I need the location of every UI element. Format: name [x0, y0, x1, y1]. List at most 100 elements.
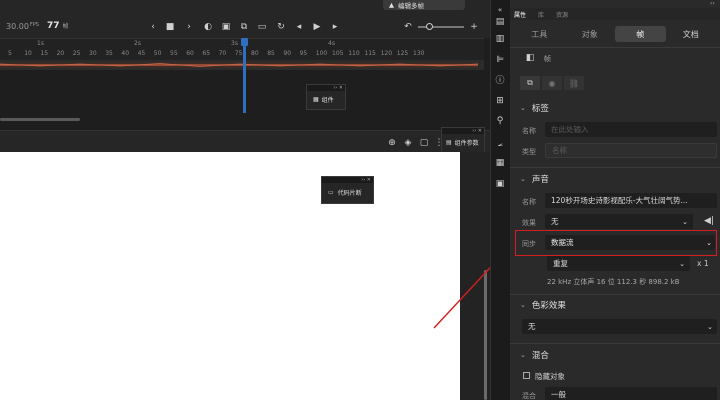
divider [510, 47, 720, 48]
effect-select[interactable]: 无 ⌄ [545, 214, 693, 229]
stop-icon[interactable]: ■ [164, 21, 176, 33]
properties-icon[interactable]: ▤ [494, 16, 506, 28]
ruler-second-label: 1s [37, 40, 44, 47]
fps-value: 30.00 [6, 22, 29, 31]
edit-multiple-frames-button[interactable]: ▲ 编辑多帧 [383, 0, 465, 10]
ruler-tick-label: 15 [40, 50, 49, 57]
paint-icon[interactable]: ◈ [402, 137, 414, 149]
hide-object-checkbox[interactable] [523, 372, 530, 379]
code-icon[interactable]: ▣ [494, 178, 506, 190]
components-panel[interactable]: ›› ✕ ▦ 组件 [306, 84, 346, 110]
chevron-down-icon: ⌄ [679, 259, 685, 268]
transform-icon[interactable]: ⊞ [494, 95, 506, 107]
properties-header: 属性 库 资源 [510, 8, 720, 20]
components-icon[interactable]: ▦ [494, 157, 506, 169]
repeat-select[interactable]: 重复 ⌄ [547, 256, 690, 271]
tab-document[interactable]: 文档 [666, 26, 717, 42]
step-back-icon[interactable]: ◂ [293, 21, 305, 33]
component-params-panel[interactable]: ›› ✕ ▤ 组件参数 [441, 127, 485, 153]
eye-icon[interactable]: ◉ [542, 76, 562, 90]
playhead-handle[interactable] [241, 38, 248, 46]
next-keyframe-icon[interactable]: › [183, 21, 195, 33]
properties-tabs: 工具 对象 帧 文档 [514, 26, 716, 42]
ruler-tick-label: 35 [105, 50, 113, 57]
sound-waveform [0, 62, 478, 68]
repeat-count[interactable]: x 1 [697, 259, 709, 268]
chevron-down-icon: ⌄ [520, 351, 526, 359]
prev-keyframe-icon[interactable]: ‹ [147, 21, 159, 33]
code-snippets-label: 代码片断 [337, 190, 362, 197]
ruler-tick-label: 85 [267, 50, 275, 57]
frame-view-button[interactable]: ⧉ [520, 76, 540, 90]
undo-zoom-icon[interactable]: ↶ [402, 21, 414, 33]
info-icon[interactable]: ⓘ [494, 73, 506, 86]
center-frame-icon[interactable]: ▭ [256, 21, 268, 33]
sound-layer[interactable] [0, 60, 484, 70]
params-icon: ▤ [446, 139, 452, 146]
ruler-tick-label: 25 [72, 50, 81, 57]
color-effect-value: 无 [528, 322, 536, 331]
edit-multiple-frames-label: 编辑多帧 [398, 2, 424, 10]
collapse-icon[interactable]: « [494, 4, 506, 16]
properties-header-tab[interactable]: 属性 [514, 10, 526, 19]
zoom-slider[interactable] [418, 23, 464, 30]
sound-name-select[interactable]: 120秒开场史诗影视配乐-大气壮阔气势... [545, 193, 717, 208]
zoom-in-icon[interactable]: + [468, 21, 480, 33]
blend-section-header[interactable]: ⌄ 混合 [520, 349, 549, 361]
library-icon[interactable]: ▥ [494, 33, 506, 45]
timeline-scrollbar[interactable] [0, 118, 80, 121]
frame-mode-buttons: ⧉ ◉ ⛓ [520, 76, 590, 92]
label-section-title: 标签 [531, 104, 549, 114]
name-label: 名称 [522, 127, 536, 135]
sync-select[interactable]: 数据流 ⌄ [545, 235, 715, 250]
divider [510, 167, 720, 168]
step-forward-icon[interactable]: ▸ [329, 21, 341, 33]
color-effect-select[interactable]: 无 ⌄ [522, 319, 717, 334]
align-icon[interactable]: ⊫ [494, 54, 506, 66]
label-section-header[interactable]: ⌄ 标签 [520, 102, 549, 114]
panel-collapse-icon[interactable]: ›› [710, 0, 715, 7]
stage-canvas[interactable] [0, 152, 460, 400]
ruler-tick-label: 55 [170, 50, 178, 57]
hide-object-label: 隐藏对象 [535, 372, 565, 381]
color-effect-section-header[interactable]: ⌄ 色彩效果 [520, 299, 566, 311]
code-snippets-panel[interactable]: ›› ✕ ▭ 代码片断 [321, 176, 374, 204]
type-select[interactable]: 名称 [545, 143, 717, 158]
library-header-tab[interactable]: 库 [538, 10, 544, 19]
playhead[interactable] [243, 38, 246, 113]
stage-toolbar [0, 130, 490, 152]
blend-label: 混合 [522, 392, 536, 400]
ruler-second-label: 4s [328, 40, 335, 47]
components-icon: ▦ [313, 96, 319, 103]
fps-display[interactable]: 30.00FPS [6, 22, 39, 31]
color-icon[interactable]: ⚲ [494, 115, 506, 127]
sound-name-label: 名称 [522, 198, 536, 206]
edit-multiple-frames-icon[interactable]: ⧉ [238, 21, 250, 33]
ruler-tick-label: 70 [218, 50, 227, 57]
current-frame-display[interactable]: 77 帧 [47, 21, 69, 31]
clip-icon[interactable]: ▢ [418, 137, 430, 149]
play-icon[interactable]: ▶ [311, 21, 323, 33]
motion-icon[interactable]: ⦟ [494, 138, 506, 150]
tab-frame[interactable]: 帧 [615, 26, 666, 42]
sound-section-title: 声音 [531, 175, 549, 185]
blend-value: 一般 [551, 390, 566, 399]
blend-select[interactable]: 一般 [545, 387, 717, 400]
effect-label: 效果 [522, 219, 536, 227]
tab-tool[interactable]: 工具 [514, 26, 565, 42]
onion-outline-icon[interactable]: ▣ [220, 21, 232, 33]
edit-sound-envelope-icon[interactable]: ◀| [703, 215, 715, 227]
zoom-slider-handle[interactable] [426, 23, 433, 30]
frame-name-input[interactable]: 在此处输入 [545, 122, 717, 137]
components-label: 组件 [321, 97, 334, 104]
sound-section-header[interactable]: ⌄ 声音 [520, 173, 549, 185]
link-icon[interactable]: ⛓ [564, 76, 584, 90]
snap-icon[interactable]: ⊕ [386, 137, 398, 149]
ruler-tick-label: 20 [56, 50, 65, 57]
assets-header-tab[interactable]: 资源 [556, 10, 568, 19]
ruler-tick-label: 40 [121, 50, 130, 57]
sound-info: 22 kHz 立体声 16 位 112.3 秒 898.2 kB [547, 278, 680, 286]
onion-skin-icon[interactable]: ◐ [202, 21, 214, 33]
loop-icon[interactable]: ↻ [275, 21, 287, 33]
tab-object[interactable]: 对象 [565, 26, 616, 42]
